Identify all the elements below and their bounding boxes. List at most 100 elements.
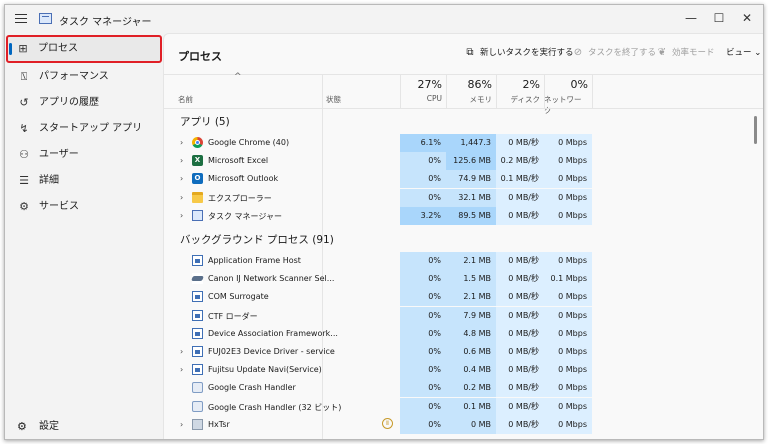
sidebar-item-processes[interactable]: ⊞ プロセス <box>6 35 162 63</box>
efficiency-leaf-icon: ❦ <box>657 47 667 58</box>
process-row[interactable]: › X Microsoft Excel 0% 125.6 MB 0.2 MB/秒 0 Mbp… <box>164 152 763 171</box>
cpu-cell: 0% <box>400 343 446 361</box>
end-task-button[interactable]: ⊘ タスクを終了する <box>572 46 656 60</box>
sidebar-item-label: アプリの履歴 <box>39 97 99 108</box>
chevron-right-icon[interactable]: › <box>180 174 183 183</box>
end-task-label: タスクを終了する <box>588 48 657 58</box>
memory-label: メモリ <box>469 95 493 104</box>
memory-cell: 1.5 MB <box>446 270 496 289</box>
memory-cell: 0 MB <box>446 415 496 434</box>
memory-cell: 7.9 MB <box>446 306 496 325</box>
network-cell: 0 Mbps <box>544 188 592 207</box>
process-name: Canon IJ Network Scanner Sel... <box>208 274 335 284</box>
end-task-icon: ⊘ <box>573 47 583 58</box>
disk-cell: 0 MB/秒 <box>496 270 544 289</box>
services-icon: ⚙ <box>19 200 29 213</box>
network-cell: 0 Mbps <box>544 379 592 398</box>
cpu-cell: 0% <box>400 415 446 434</box>
column-header-name[interactable]: 名前 <box>178 78 318 108</box>
cpu-cell: 0% <box>400 252 446 270</box>
column-header-network[interactable]: 0% ネットワーク <box>544 78 592 115</box>
chevron-right-icon[interactable]: › <box>180 420 183 429</box>
chevron-right-icon[interactable]: › <box>180 193 183 202</box>
scanner-icon <box>192 273 203 285</box>
title-bar: タスク マネージャー — ☐ ✕ <box>5 5 763 33</box>
process-name: Microsoft Outlook <box>208 174 279 184</box>
network-cell: 0 Mbps <box>544 343 592 361</box>
network-cell: 0 Mbps <box>544 324 592 343</box>
sidebar-item-label: パフォーマンス <box>39 71 109 82</box>
cpu-cell: 0% <box>400 288 446 307</box>
sidebar-item-label: サービス <box>39 201 79 212</box>
process-name: Microsoft Excel <box>208 156 269 166</box>
sidebar-item-users[interactable]: ⚇ ユーザー <box>9 143 159 167</box>
column-header-status[interactable]: 状態 <box>326 78 386 108</box>
column-status-label: 状態 <box>326 95 341 104</box>
process-row[interactable]: Device Association Framework... 0% 4.8 MB 0… <box>164 324 763 343</box>
cpu-cell: 0% <box>400 397 446 416</box>
chevron-right-icon[interactable]: › <box>180 365 183 374</box>
process-row[interactable]: › タスク マネージャー 3.2% 89.5 MB 0 MB/秒 0 Mbps <box>164 206 763 225</box>
column-header-cpu[interactable]: 27% CPU <box>400 78 446 108</box>
sidebar-item-app-history[interactable]: ↺ アプリの履歴 <box>9 91 159 115</box>
chevron-right-icon[interactable]: › <box>180 138 183 147</box>
network-cell: 0 Mbps <box>544 152 592 171</box>
sidebar-item-settings[interactable]: ⚙ 設定 <box>9 415 159 439</box>
cpu-cell: 0% <box>400 324 446 343</box>
memory-cell: 125.6 MB <box>446 152 496 171</box>
process-row[interactable]: › HxTsr Ⅱ 0% 0 MB 0 MB/秒 0 Mbps <box>164 415 763 434</box>
minimize-button[interactable]: — <box>677 9 705 27</box>
process-row[interactable]: › Fujitsu Update Navi(Service) 0% 0.4 MB 0 M… <box>164 361 763 380</box>
cpu-cell: 0% <box>400 306 446 325</box>
disk-cell: 0 MB/秒 <box>496 134 544 152</box>
process-row[interactable]: › O Microsoft Outlook 0% 74.9 MB 0.1 MB/秒 0 Mb… <box>164 170 763 189</box>
maximize-button[interactable]: ☐ <box>705 9 733 27</box>
processes-icon: ⊞ <box>18 42 28 55</box>
process-name: Application Frame Host <box>208 256 301 265</box>
process-name: FUJ02E3 Device Driver - service <box>208 347 335 356</box>
process-row[interactable]: Google Crash Handler 0% 0.2 MB 0 MB/秒 0 Mbps <box>164 379 763 398</box>
paused-icon: Ⅱ <box>382 417 393 429</box>
efficiency-mode-button[interactable]: ❦ 効率モード <box>656 46 715 60</box>
chevron-right-icon[interactable]: › <box>180 211 183 220</box>
settings-label: 設定 <box>39 421 59 432</box>
chevron-right-icon[interactable]: › <box>180 347 183 356</box>
network-total: 0% <box>570 78 588 91</box>
column-header-memory[interactable]: 86% メモリ <box>446 78 496 108</box>
cpu-label: CPU <box>426 94 442 103</box>
sidebar-item-details[interactable]: ☰ 詳細 <box>9 169 159 193</box>
close-button[interactable]: ✕ <box>733 9 761 27</box>
app-icon <box>192 364 203 376</box>
process-row[interactable]: › FUJ02E3 Device Driver - service 0% 0.6 MB… <box>164 343 763 361</box>
process-row[interactable]: › エクスプローラー 0% 32.1 MB 0 MB/秒 0 Mbps <box>164 188 763 207</box>
hamburger-menu-icon[interactable] <box>15 14 27 24</box>
view-label: ビュー <box>726 48 752 58</box>
outlook-icon: O <box>192 173 203 185</box>
memory-cell: 32.1 MB <box>446 188 496 207</box>
memory-cell: 0.6 MB <box>446 343 496 361</box>
process-name: COM Surrogate <box>208 292 269 302</box>
cpu-cell: 3.2% <box>400 206 446 225</box>
process-row[interactable]: COM Surrogate 0% 2.1 MB 0 MB/秒 0 Mbps <box>164 288 763 307</box>
vertical-scrollbar[interactable] <box>754 116 757 144</box>
process-row[interactable]: Google Crash Handler (32 ビット) 0% 0.1 MB 0 M… <box>164 397 763 416</box>
process-row[interactable]: Application Frame Host 0% 2.1 MB 0 MB/秒 0 Mb… <box>164 252 763 270</box>
chevron-right-icon[interactable]: › <box>180 156 183 165</box>
process-row[interactable]: CTF ローダー 0% 7.9 MB 0 MB/秒 0 Mbps <box>164 306 763 325</box>
users-icon: ⚇ <box>19 148 29 161</box>
process-row[interactable]: Canon IJ Network Scanner Sel... 0% 1.5 MB 0… <box>164 270 763 289</box>
details-icon: ☰ <box>19 174 29 187</box>
sidebar-item-label: プロセス <box>38 43 78 54</box>
run-new-task-button[interactable]: ⧉ 新しいタスクを実行する <box>464 46 573 60</box>
disk-cell: 0.1 MB/秒 <box>496 170 544 189</box>
process-name: Fujitsu Update Navi(Service) <box>208 365 322 375</box>
sidebar-item-services[interactable]: ⚙ サービス <box>9 195 159 219</box>
sidebar-item-startup-apps[interactable]: ↯ スタートアップ アプリ <box>9 117 159 141</box>
process-row[interactable]: › Google Chrome (40) 6.1%1,447.3 MB0 MB/秒0… <box>164 134 763 165</box>
excel-icon: X <box>192 155 203 167</box>
sidebar-item-performance[interactable]: ⍂ パフォーマンス <box>9 65 159 89</box>
cpu-cell: 0% <box>400 152 446 171</box>
view-menu-button[interactable]: ビュー ⌄ <box>726 46 761 60</box>
column-header-disk[interactable]: 2% ディスク <box>496 78 544 108</box>
column-header-divider <box>164 108 763 109</box>
